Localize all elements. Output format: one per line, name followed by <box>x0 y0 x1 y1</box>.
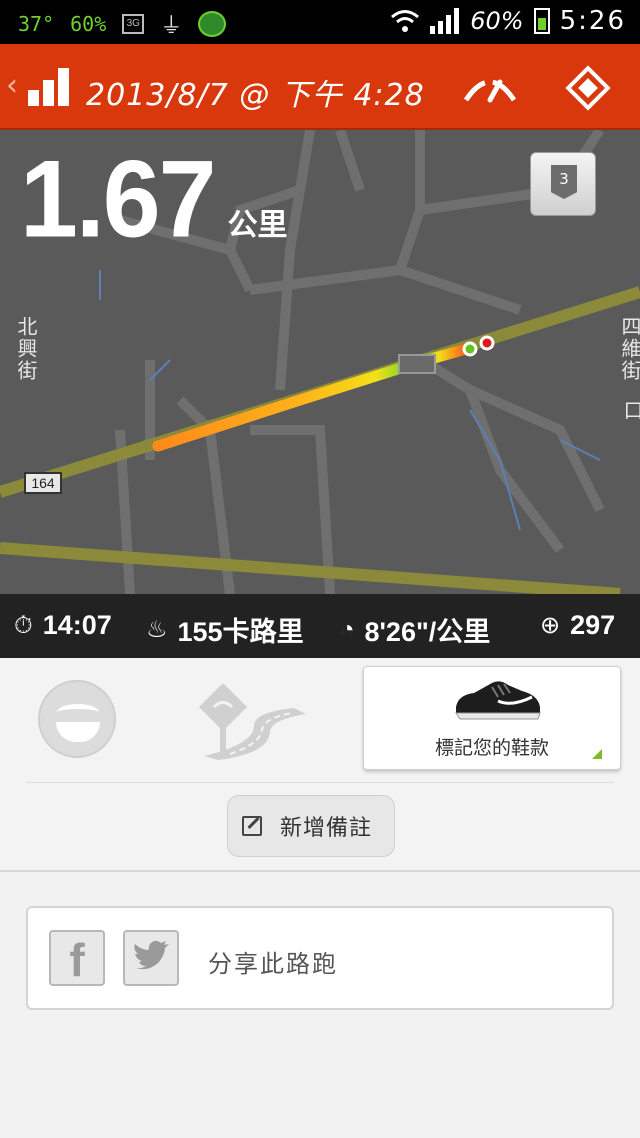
terrain-road-icon[interactable] <box>194 684 308 760</box>
street-label-left: 北興街 <box>14 316 38 382</box>
road-shield-164: 164 <box>24 472 62 494</box>
battery-icon <box>533 8 550 34</box>
fuel-value: 297 <box>570 610 616 640</box>
usb-icon: ⏚ <box>160 14 183 39</box>
fuel-plus-icon: ⊕ <box>540 612 561 639</box>
run-stats-bar: ⏱ 14:07 ♨ 155卡路里 ◔ 8'26"/公里 ⊕ 297 <box>0 594 640 658</box>
fuel-stat: ⊕ 297 <box>540 610 615 641</box>
actions-divider <box>26 782 614 783</box>
run-datetime-title: 2013/8/7 @ 下午 4:28 <box>86 78 425 113</box>
calories-stat: ♨ 155卡路里 <box>146 610 304 649</box>
status-left-icons: 37° 60% 3G ⏚ <box>18 8 227 40</box>
status-right-icons: 60% 5:26 <box>390 6 626 36</box>
calories-value: 155卡路里 <box>177 617 304 647</box>
tag-shoe-label: 標記您的鞋款 <box>434 737 549 759</box>
waterways <box>99 270 601 531</box>
battery-percent-text: 60% <box>470 7 524 35</box>
edit-note-icon <box>242 816 262 836</box>
run-tag-actions: 標記您的鞋款 新增備註 <box>0 658 640 872</box>
main-road-south <box>0 542 621 594</box>
back-chevron-icon[interactable]: ‹ <box>6 68 18 103</box>
wifi-icon <box>391 10 420 32</box>
add-note-button[interactable]: 新增備註 <box>227 795 395 857</box>
run-stats-bars-icon[interactable] <box>28 68 72 106</box>
lap-marker-button[interactable]: 3 <box>530 152 596 216</box>
speedometer-icon[interactable] <box>462 70 518 104</box>
clock-text: 5:26 <box>559 6 626 36</box>
cat-app-icon <box>198 11 227 37</box>
temperature-text: 37° <box>18 12 55 36</box>
lap-count-badge: 3 <box>551 165 577 199</box>
add-note-label: 新增備註 <box>280 816 373 841</box>
share-run-label: 分享此路跑 <box>208 950 338 978</box>
mood-smiley-icon[interactable] <box>38 680 116 758</box>
distance-value: 1.67 <box>20 139 216 261</box>
network-3g-icon: 3G <box>122 14 145 34</box>
status-bar: 37° 60% 3G ⏚ 60% 5:26 <box>0 0 640 44</box>
duration-value: 14:07 <box>42 610 112 640</box>
card-corner-indicator <box>592 749 602 759</box>
facebook-icon[interactable]: f <box>49 930 105 986</box>
stopwatch-icon: ⏱ <box>14 611 33 639</box>
app-bar: ‹ 2013/8/7 @ 下午 4:28 <box>0 44 640 130</box>
running-shoe-icon <box>455 681 541 720</box>
twitter-icon[interactable] <box>123 930 179 986</box>
pace-gauge-icon: ◔ <box>340 615 355 643</box>
route-end-marker <box>479 335 495 351</box>
distance-unit: 公里 <box>227 208 288 243</box>
tag-shoe-card[interactable]: 標記您的鞋款 <box>363 666 621 770</box>
share-run-card[interactable]: f 分享此路跑 <box>26 906 614 1010</box>
route-map[interactable]: 1.67 公里 3 北興街 四維街 口 164 <box>0 130 640 594</box>
street-label-right-suffix: 口 <box>620 400 640 422</box>
road-shield-small <box>398 354 436 374</box>
distance-display: 1.67 公里 <box>20 139 288 261</box>
flame-icon: ♨ <box>146 616 168 643</box>
street-label-right: 四維街 <box>618 316 640 382</box>
pace-value: 8'26"/公里 <box>364 617 491 647</box>
pace-stat: ◔ 8'26"/公里 <box>340 610 490 649</box>
duration-stat: ⏱ 14:07 <box>14 610 112 641</box>
directions-diamond-icon[interactable] <box>565 65 611 111</box>
signal-icon <box>430 8 460 34</box>
route-start-marker <box>462 341 478 357</box>
battery-small-text: 60% <box>70 12 107 36</box>
